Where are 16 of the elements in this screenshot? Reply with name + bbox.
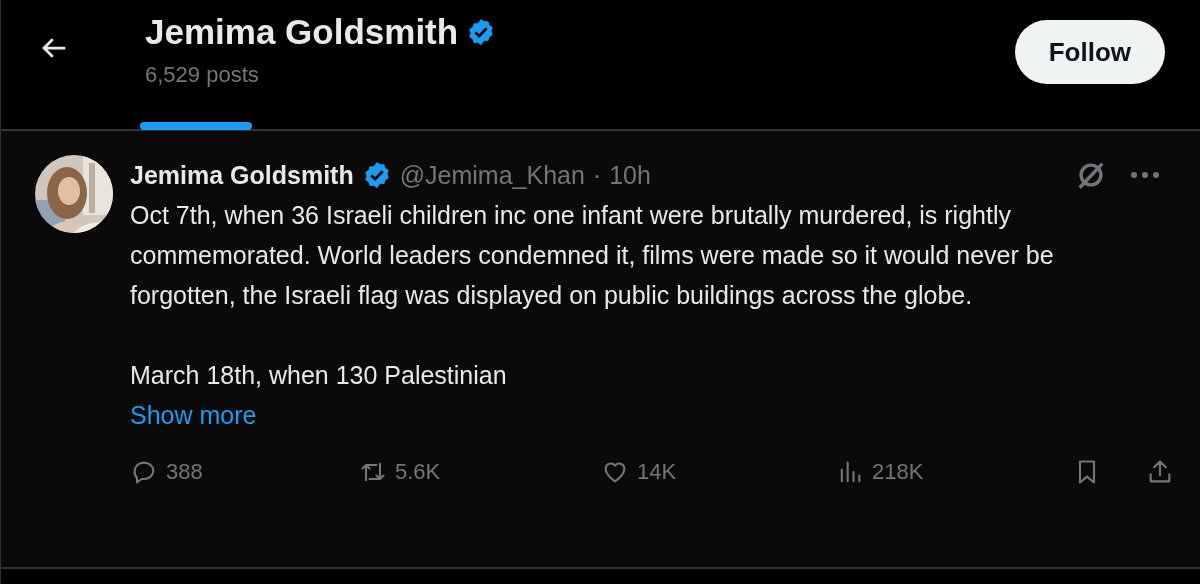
separator-dot: · [592, 160, 602, 190]
follow-button[interactable]: Follow [1014, 20, 1165, 84]
more-button[interactable] [1130, 170, 1160, 180]
views-button[interactable]: 218K [836, 458, 924, 486]
author-handle[interactable]: @Jemima_Khan [399, 160, 585, 190]
post-time[interactable]: 10h [609, 160, 651, 190]
more-icon [1130, 170, 1160, 180]
reply-button[interactable]: 388 [130, 458, 203, 486]
like-button[interactable]: 14K [601, 458, 677, 486]
post-text: Oct 7th, when 36 Israeli children inc one infant were brutally murdered, is rightly commemorated. World leaders condemned it, films were made so it would never be forgotten, the Israeli flag was displayed on public buildings across the globe. [130, 200, 1055, 311]
author-name[interactable]: Jemima Goldsmith [130, 160, 354, 190]
post-text: March 18th, when 130 Palestinian [130, 360, 508, 391]
repost-button[interactable]: 5.6K [359, 458, 441, 486]
post-count: 6,529 posts [145, 62, 260, 88]
show-more-link[interactable]: Show more [130, 395, 257, 435]
profile-name: Jemima Goldsmith [145, 12, 459, 52]
